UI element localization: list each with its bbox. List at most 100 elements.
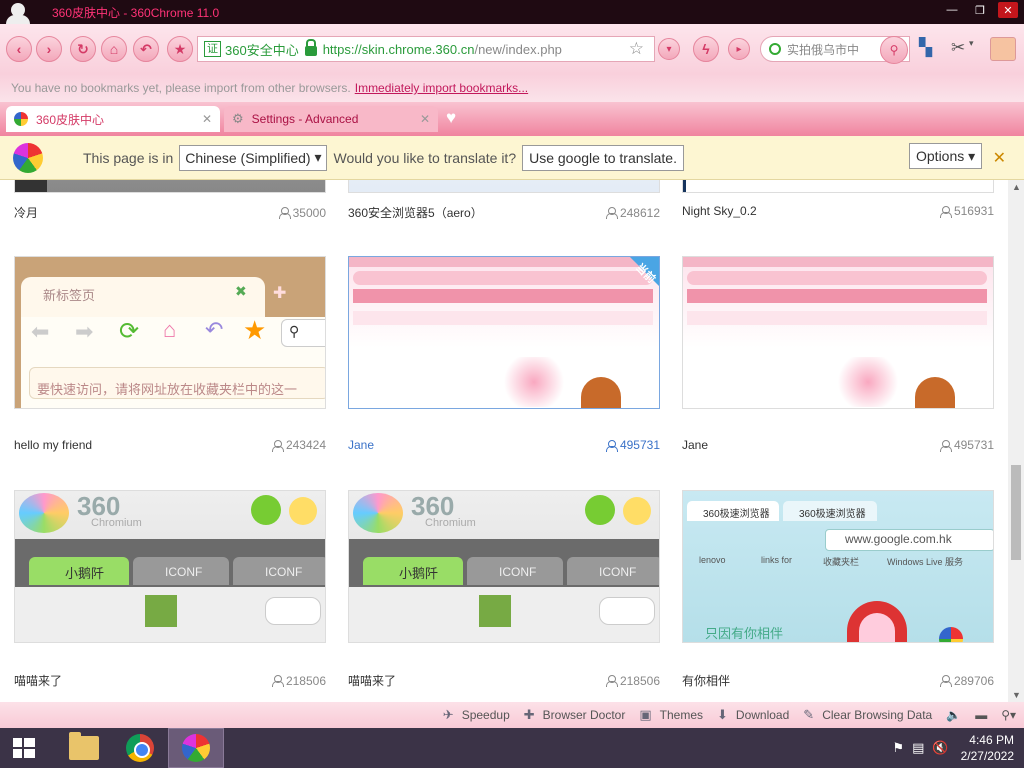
scroll-down-icon[interactable]: ▼ (1012, 690, 1021, 700)
thumb-bookmark-text: links for (761, 555, 793, 565)
certificate-badge[interactable]: 证 (204, 41, 221, 57)
skin-name[interactable]: Jane (348, 438, 374, 452)
tab-skin-center[interactable]: 360皮肤中心 ✕ (6, 106, 220, 132)
heart-plus-icon: ♥ (446, 108, 457, 127)
language-select[interactable]: Chinese (Simplified) ▾ (179, 144, 328, 171)
sound-icon[interactable]: 🔈 (946, 708, 961, 722)
tab-label: Settings - Advanced (251, 112, 359, 126)
url-text[interactable]: https://skin.chrome.360.cn/new/index.php (323, 42, 562, 57)
security-label[interactable]: 360安全中心 (225, 40, 299, 59)
system-tray: ⚑ ▤ 🔇 4:46 PM 2/27/2022 (884, 728, 1014, 768)
scroll-up-icon[interactable]: ▲ (1012, 182, 1021, 192)
chrome-icon[interactable] (112, 728, 168, 768)
close-tab-icon[interactable]: ✕ (420, 112, 430, 126)
vertical-scrollbar[interactable]: ▲ ▼ (1008, 180, 1024, 702)
thumb-tab-text: 小鹅阡 (399, 566, 439, 581)
skin-name[interactable]: 有你相伴 (682, 672, 730, 689)
lock-icon (304, 39, 317, 56)
scrollbar-thumb[interactable] (1011, 465, 1021, 560)
browser-doctor-button[interactable]: ✚ Browser Doctor (524, 707, 626, 723)
network-icon[interactable]: ▤ (912, 740, 924, 756)
skin-card[interactable]: 360 Chromium 小鹅阡 ICONF ICONF (14, 490, 326, 643)
skin-name[interactable]: Jane (682, 438, 708, 452)
flag-icon[interactable]: ⚑ (892, 740, 904, 756)
skin-gallery: 冷月 35000 360安全浏览器5（aero） 248612 Night Sk… (0, 180, 1008, 702)
user-icon (939, 439, 952, 452)
chevron-down-icon: ▾ (666, 43, 672, 55)
star-icon: ★ (173, 40, 187, 57)
skin-caption: 冷月 35000 (14, 204, 326, 221)
user-avatar-icon[interactable] (0, 0, 36, 24)
user-count: 495731 (939, 438, 994, 452)
thumb-tab-text: ICONF (265, 565, 303, 579)
skin-icon[interactable] (990, 37, 1016, 61)
file-explorer-icon[interactable] (56, 728, 112, 768)
scissors-icon[interactable]: ✂ (951, 38, 965, 58)
skin-name[interactable]: 360安全浏览器5（aero） (348, 204, 483, 221)
forward-button[interactable]: › (36, 36, 62, 62)
search-button[interactable]: ⚲ (880, 36, 908, 64)
start-button[interactable] (0, 728, 48, 768)
device-icon[interactable]: ▬ (975, 708, 987, 722)
thumb-home-icon: ⌂ (163, 317, 177, 342)
favorites-button[interactable]: ★ (167, 36, 193, 62)
skin-name[interactable]: 喵喵来了 (14, 672, 62, 689)
user-icon (271, 439, 284, 452)
home-icon: ⌂ (109, 41, 119, 57)
user-icon (605, 439, 618, 452)
thumb-tab-text: ICONF (499, 565, 537, 579)
minimize-button[interactable]: — (942, 2, 962, 18)
skin-card[interactable]: 360极速浏览器 360极速浏览器 www.google.com.hk leno… (682, 490, 994, 643)
reload-button[interactable]: ↻ (70, 36, 96, 62)
undo-button[interactable]: ↶ (133, 36, 159, 62)
back-button[interactable]: ‹ (6, 36, 32, 62)
thumb-forward-icon: ➡ (75, 319, 94, 344)
skin-card[interactable]: 360 Chromium 小鹅阡 ICONF ICONF (348, 490, 660, 643)
clear-data-button[interactable]: ✎ Clear Browsing Data (803, 707, 932, 723)
thumb-tab-text: ICONF (165, 565, 203, 579)
skin-card[interactable] (682, 180, 994, 193)
address-bar[interactable]: 证 360安全中心 https://skin.chrome.360.cn/new… (197, 36, 655, 62)
chevron-down-small-icon[interactable]: ▾ (969, 38, 974, 49)
navigation-bar: ‹ › ↻ ⌂ ↶ ★ 证 360安全中心 https://skin.chrom… (0, 24, 1024, 74)
zoom-icon[interactable]: ⚲▾ (1001, 708, 1016, 722)
apps-icon[interactable]: ▚ (919, 38, 932, 58)
home-button[interactable]: ⌂ (101, 36, 127, 62)
new-tab-button[interactable]: ♥ (446, 108, 472, 128)
skin-card[interactable] (682, 256, 994, 409)
close-icon[interactable]: ✕ (993, 148, 1006, 168)
speedup-button[interactable]: ✈ Speedup (443, 707, 510, 723)
thumb-logo-sub: Chromium (425, 517, 476, 529)
download-button[interactable]: ⬇ Download (717, 707, 789, 723)
skin-name[interactable]: 喵喵来了 (348, 672, 396, 689)
skin-card[interactable]: 新标签页 ✖ ✚ ⬅ ➡ ⟳ ⌂ ↶ ★ ⚲ 要快速访问，请将网址放在收藏夹栏中… (14, 256, 326, 409)
close-tab-icon[interactable]: ✕ (202, 112, 212, 126)
volume-muted-icon[interactable]: 🔇 (932, 740, 948, 756)
tab-label: 360皮肤中心 (36, 112, 105, 127)
skin-card[interactable] (14, 180, 326, 193)
skin-card[interactable] (348, 180, 660, 193)
translate-button[interactable]: Use google to translate. (522, 144, 684, 171)
user-icon (939, 675, 952, 687)
user-count: 243424 (271, 438, 326, 452)
clock[interactable]: 4:46 PM 2/27/2022 (961, 732, 1014, 764)
restore-button[interactable]: ❐ (970, 2, 990, 18)
dropdown-button[interactable]: ▾ (658, 38, 680, 60)
skin-name[interactable]: 冷月 (14, 204, 38, 221)
themes-button[interactable]: ▣ Themes (639, 707, 703, 723)
bookmark-star-icon[interactable]: ☆ (629, 39, 644, 59)
import-bookmarks-link[interactable]: Immediately import bookmarks... (355, 81, 528, 95)
skin-name[interactable]: hello my friend (14, 438, 92, 452)
download-icon: ⬇ (717, 707, 728, 722)
mode-dropdown-button[interactable]: ▸ (728, 38, 750, 60)
status-bar: ✈ Speedup ✚ Browser Doctor ▣ Themes ⬇ Downlo… (0, 702, 1024, 728)
options-button[interactable]: Options ▾ (909, 143, 983, 169)
360chrome-taskbar-icon[interactable] (168, 728, 224, 768)
skin-name[interactable]: Night Sky_0.2 (682, 204, 757, 218)
tab-settings[interactable]: ⚙ Settings - Advanced ✕ (224, 106, 438, 132)
skin-card-current[interactable]: 当前 (348, 256, 660, 409)
user-count: 516931 (939, 204, 994, 218)
close-window-button[interactable]: ✕ (998, 2, 1018, 18)
thumb-plus-icon: ✚ (273, 285, 287, 302)
speed-mode-button[interactable]: ϟ (693, 36, 719, 62)
